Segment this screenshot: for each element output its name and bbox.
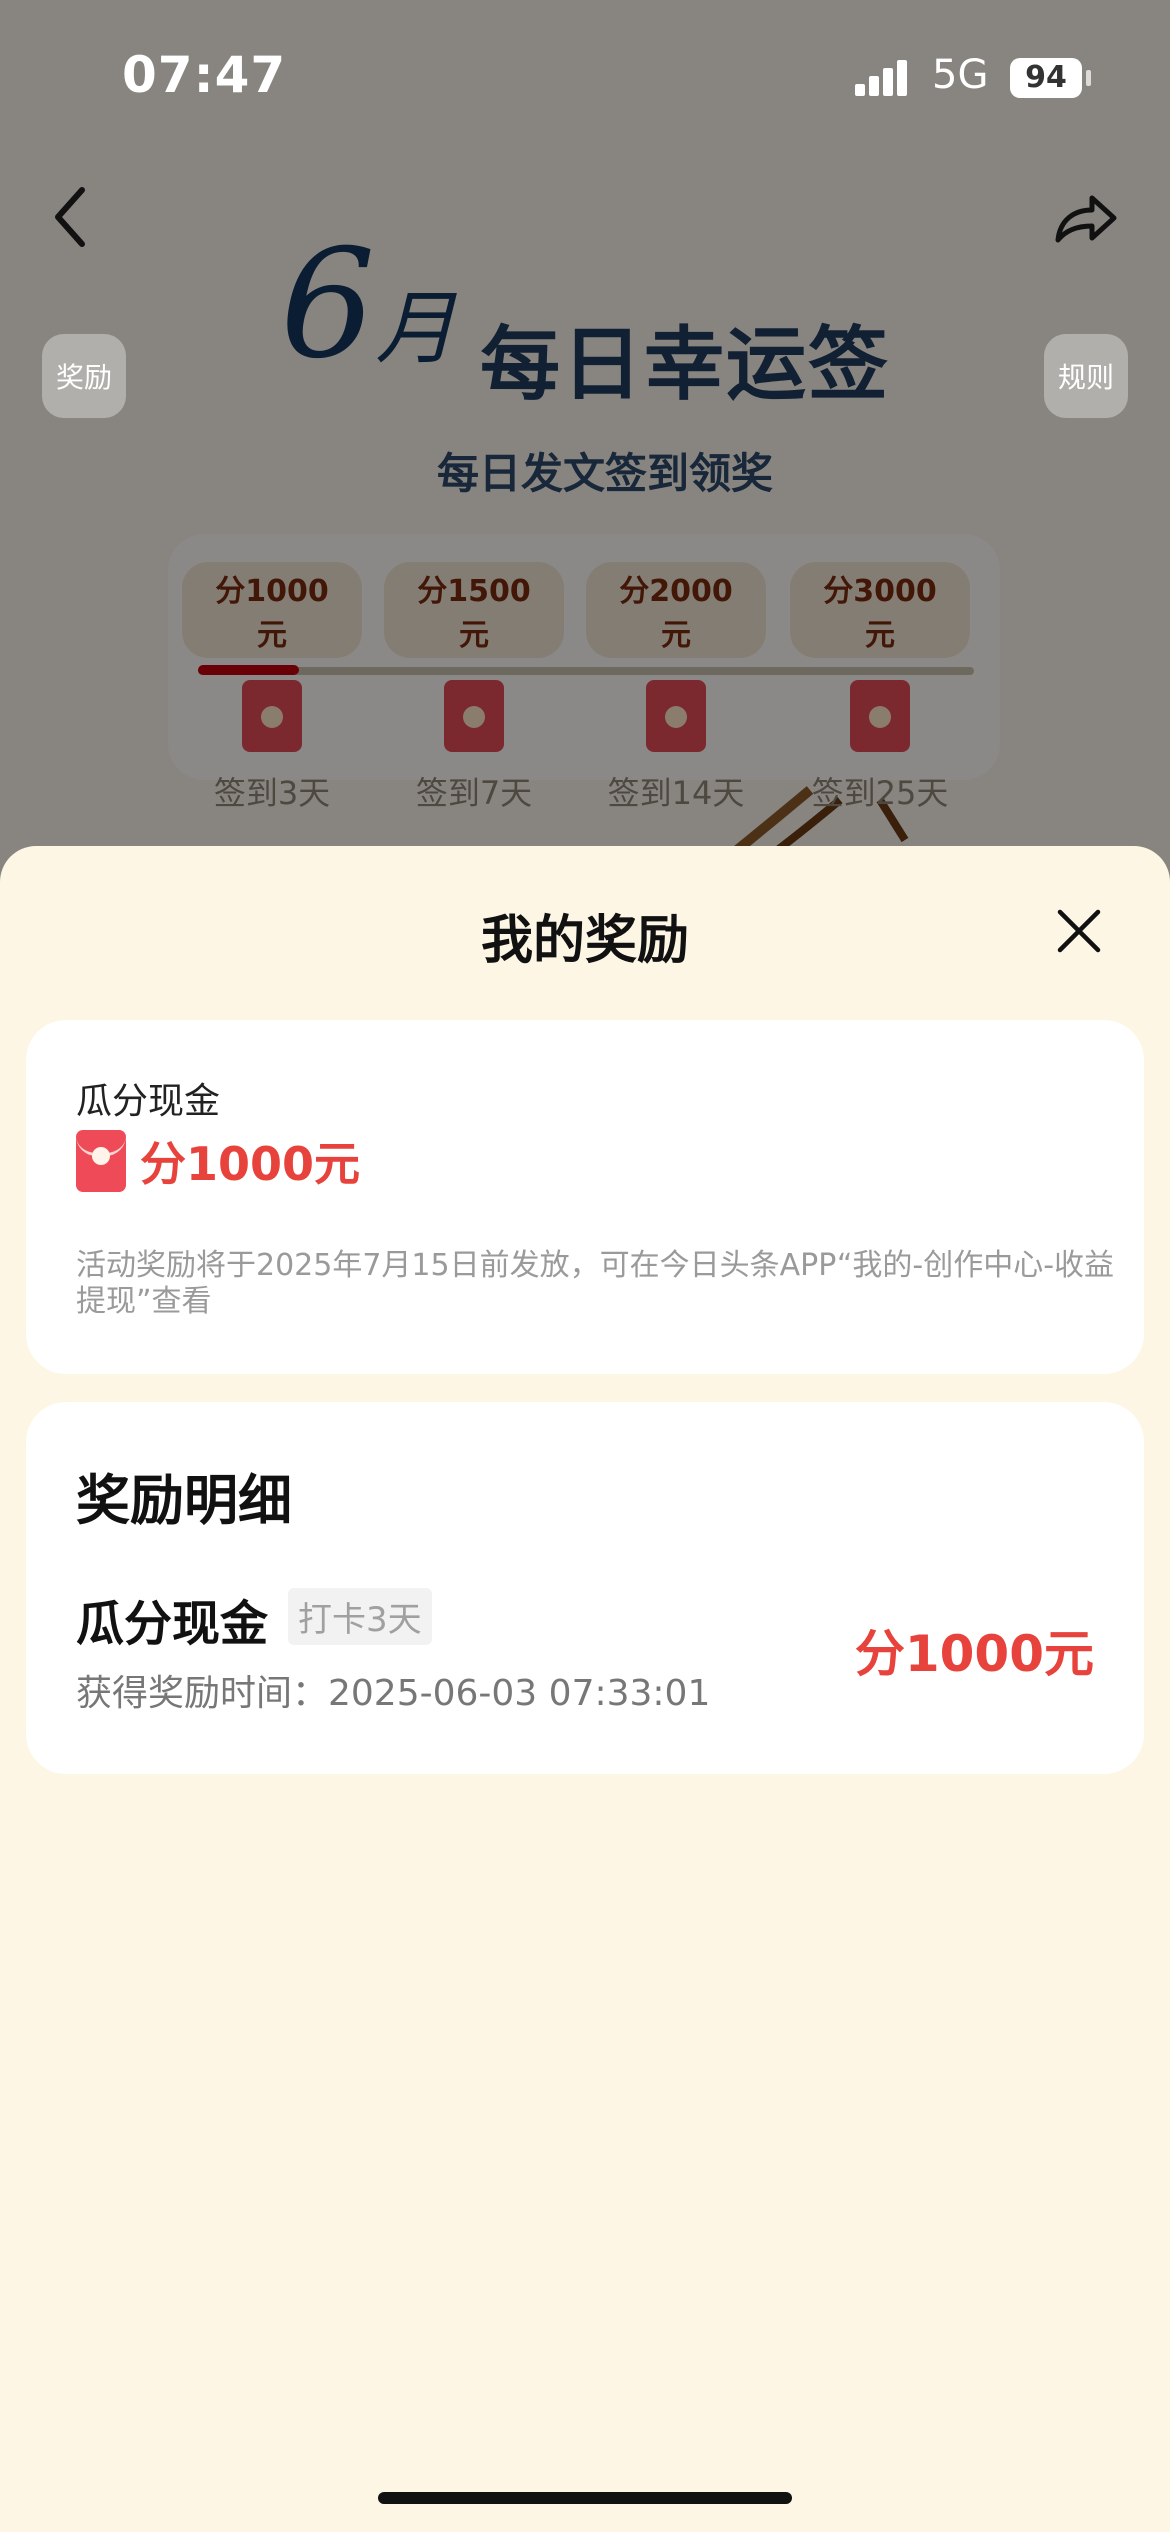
- reward-type: 瓜分现金: [76, 1081, 221, 1122]
- red-envelope-icon: [76, 1130, 126, 1192]
- share-icon[interactable]: [1050, 182, 1120, 252]
- status-bar: 07:47 5G 94: [0, 0, 1170, 150]
- detail-item-time: 获得奖励时间：2025-06-03 07:33:01: [76, 1673, 711, 1714]
- status-time: 07:47: [122, 46, 287, 104]
- battery-tip: [1086, 70, 1091, 86]
- reward-note: 活动奖励将于2025年7月15日前发放，可在今日头条APP“我的-创作中心-收益…: [76, 1248, 1115, 1319]
- back-arrow-icon[interactable]: [44, 182, 104, 252]
- reward-amount: 分1000元: [140, 1137, 361, 1191]
- side-reward-button[interactable]: 奖励: [42, 334, 126, 418]
- sheet-title: 我的奖励: [480, 911, 689, 971]
- side-rules-button[interactable]: 规则: [1044, 334, 1128, 418]
- reward-summary-card: 瓜分现金 分1000元 活动奖励将于2025年7月15日前发放，可在今日头条AP…: [26, 1020, 1144, 1374]
- signal-icon: [855, 60, 915, 96]
- detail-item-tag: 打卡3天: [288, 1588, 432, 1645]
- my-rewards-sheet: 我的奖励 瓜分现金 分1000元 活动奖励将于2025年7月15日前发放，可在今…: [0, 846, 1170, 2532]
- reward-detail-card: 奖励明细 瓜分现金 打卡3天 获得奖励时间：2025-06-03 07:33:0…: [26, 1402, 1144, 1774]
- detail-title: 奖励明细: [76, 1469, 292, 1532]
- network-type: 5G: [932, 52, 989, 98]
- reward-amount-row: 分1000元: [76, 1128, 360, 1194]
- home-indicator[interactable]: [378, 2492, 792, 2504]
- detail-item-amount: 分1000元: [854, 1625, 1094, 1683]
- detail-item-name: 瓜分现金: [76, 1596, 269, 1652]
- close-icon[interactable]: [1054, 906, 1104, 956]
- battery-icon: 94: [1010, 58, 1082, 98]
